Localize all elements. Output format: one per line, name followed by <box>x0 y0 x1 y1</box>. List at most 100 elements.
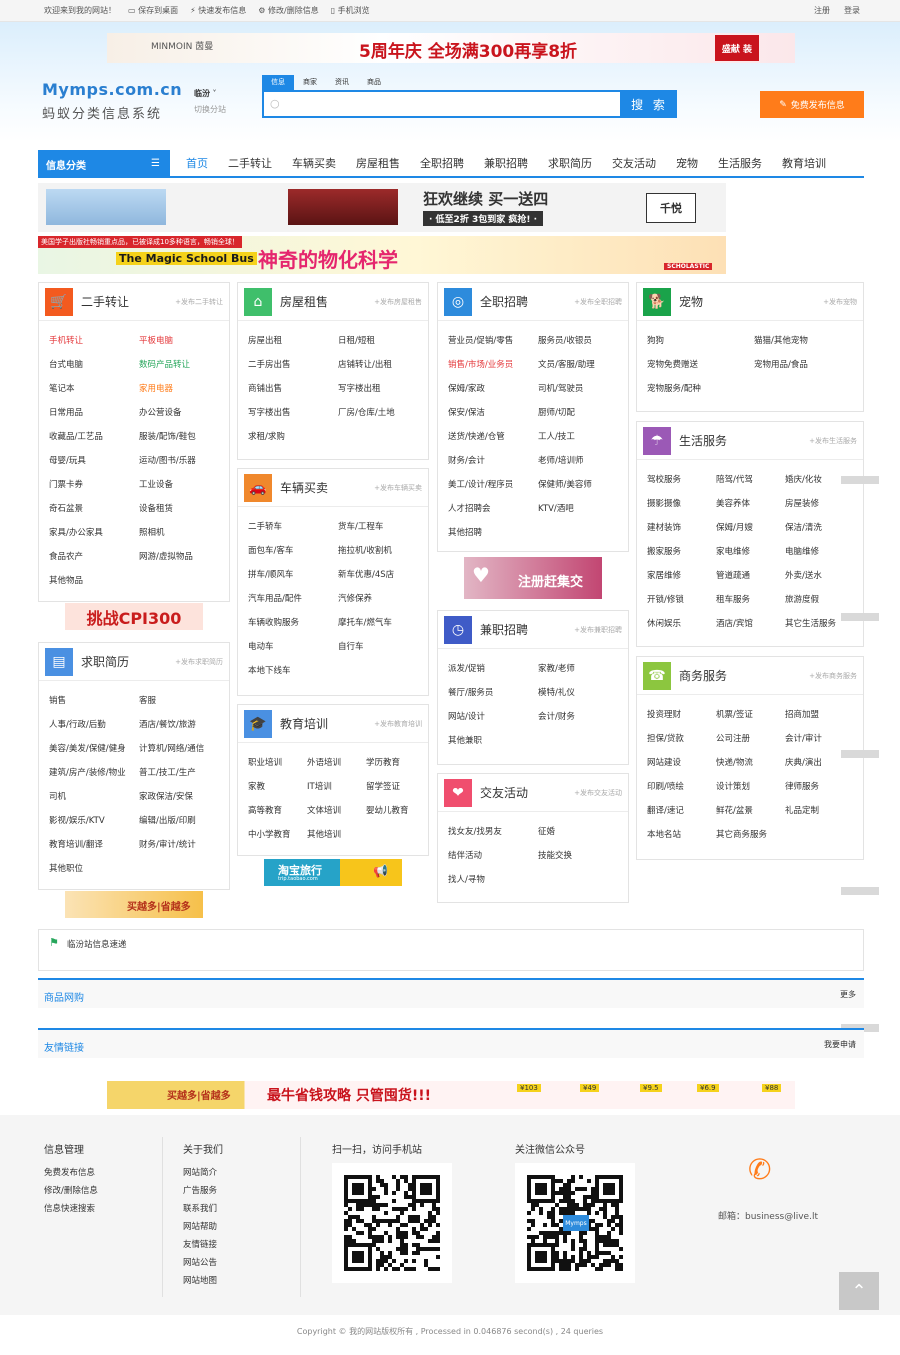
category-link[interactable]: 搬家服务 <box>647 540 716 564</box>
category-link[interactable]: 台式电脑 <box>49 353 139 377</box>
category-link[interactable]: 开锁/修锁 <box>647 588 716 612</box>
category-link[interactable]: 电动车 <box>248 635 338 659</box>
category-link[interactable]: 会计/财务 <box>538 705 628 729</box>
quick-post-link[interactable]: ⚡ 快速发布信息 <box>190 5 246 16</box>
search-input[interactable]: ○ <box>262 90 622 118</box>
panel-title[interactable]: 车辆买卖 <box>280 479 328 496</box>
category-link[interactable]: 其它商务服务 <box>716 823 785 847</box>
category-link[interactable]: 销售/市场/业务员 <box>448 353 538 377</box>
category-link[interactable]: 拖拉机/收割机 <box>338 539 428 563</box>
free-publish-button[interactable]: ✎ 免费发布信息 <box>760 91 864 118</box>
category-link[interactable]: 留学签证 <box>366 775 425 799</box>
panel-title[interactable]: 宠物 <box>679 293 703 310</box>
category-link[interactable]: 财务/审计/统计 <box>139 833 229 857</box>
category-link[interactable]: 摄影摄像 <box>647 492 716 516</box>
category-link[interactable]: 模特/礼仪 <box>538 681 628 705</box>
category-link[interactable]: 影视/娱乐/KTV <box>49 809 139 833</box>
category-link[interactable]: 汽修保养 <box>338 587 428 611</box>
nav-quanzhi[interactable]: 全职招聘 <box>410 155 474 171</box>
publish-link[interactable]: +发布宠物 <box>823 297 857 307</box>
category-link[interactable]: 电脑维修 <box>785 540 854 564</box>
category-link[interactable]: 家电维修 <box>716 540 785 564</box>
category-menu-button[interactable]: 信息分类 ☰ <box>38 150 170 178</box>
nav-home[interactable]: 首页 <box>176 155 218 171</box>
footer-link[interactable]: 网站地图 <box>183 1272 223 1290</box>
category-link[interactable]: 工业设备 <box>139 473 229 497</box>
category-link[interactable]: 销售 <box>49 689 139 713</box>
publish-link[interactable]: +发布房屋租售 <box>374 297 422 307</box>
search-tab-news[interactable]: 资讯 <box>326 75 358 90</box>
category-link[interactable]: IT培训 <box>307 775 366 799</box>
apply-link[interactable]: 我要申请 <box>824 1039 856 1050</box>
footer-link[interactable]: 免费发布信息 <box>44 1164 98 1182</box>
category-link[interactable]: 手机转让 <box>49 329 139 353</box>
edit-delete-link[interactable]: ⚙ 修改/删除信息 <box>258 5 318 16</box>
category-link[interactable]: 技能交换 <box>538 844 628 868</box>
category-link[interactable]: 办公营设备 <box>139 401 229 425</box>
publish-link[interactable]: +发布求职简历 <box>175 657 223 667</box>
publish-link[interactable]: +发布全职招聘 <box>574 297 622 307</box>
footer-link[interactable]: 广告服务 <box>183 1182 223 1200</box>
footer-link[interactable]: 网站帮助 <box>183 1218 223 1236</box>
mobile-link[interactable]: ▯ 手机浏览 <box>331 5 370 16</box>
category-link[interactable]: 写字楼出租 <box>338 377 428 401</box>
category-link[interactable]: 酒店/餐饮/旅游 <box>139 713 229 737</box>
category-link[interactable]: 保健师/美容师 <box>538 473 628 497</box>
banner-ad[interactable]: MINMOIN 茵曼 5周年庆 全场满300再享8折 盛献 装 <box>107 33 795 63</box>
category-link[interactable]: 笔记本 <box>49 377 139 401</box>
category-link[interactable]: 照相机 <box>139 521 229 545</box>
category-link[interactable]: 鲜花/盆景 <box>716 799 785 823</box>
category-link[interactable]: 印刷/喷绘 <box>647 775 716 799</box>
category-link[interactable]: 运动/图书/乐器 <box>139 449 229 473</box>
publish-link[interactable]: +发布车辆买卖 <box>374 483 422 493</box>
category-link[interactable]: 租车服务 <box>716 588 785 612</box>
publish-link[interactable]: +发布商务服务 <box>809 671 857 681</box>
cpi-ad[interactable]: 挑战CPI300 <box>65 603 203 630</box>
nav-chongwu[interactable]: 宠物 <box>666 155 708 171</box>
category-link[interactable]: 派发/促销 <box>448 657 538 681</box>
footer-link[interactable]: 信息快速搜索 <box>44 1200 98 1218</box>
category-link[interactable]: 中小学教育 <box>248 823 307 847</box>
category-link[interactable]: 快递/物流 <box>716 751 785 775</box>
category-link[interactable]: 结伴活动 <box>448 844 538 868</box>
category-link[interactable]: 房屋出租 <box>248 329 338 353</box>
category-link[interactable]: 文员/客服/助理 <box>538 353 628 377</box>
category-link[interactable]: 担保/贷款 <box>647 727 716 751</box>
category-link[interactable]: 厨师/切配 <box>538 401 628 425</box>
publish-link[interactable]: +发布二手转让 <box>175 297 223 307</box>
category-link[interactable]: 司机 <box>49 785 139 809</box>
category-link[interactable]: 其他物品 <box>49 569 139 593</box>
category-link[interactable]: 新车优惠/4S店 <box>338 563 428 587</box>
category-link[interactable]: 会计/审计 <box>785 727 854 751</box>
category-link[interactable]: 门票卡券 <box>49 473 139 497</box>
category-link[interactable]: 其他招聘 <box>448 521 538 545</box>
category-link[interactable]: 平板电脑 <box>139 329 229 353</box>
panel-title[interactable]: 教育培训 <box>280 715 328 732</box>
category-link[interactable]: 编辑/出版/印刷 <box>139 809 229 833</box>
search-tab-goods[interactable]: 商品 <box>358 75 390 90</box>
category-link[interactable]: 招商加盟 <box>785 703 854 727</box>
category-link[interactable]: 收藏品/工艺品 <box>49 425 139 449</box>
panel-title[interactable]: 房屋租售 <box>280 293 328 310</box>
magic-school-bus-ad[interactable]: 美国学子出版社畅销重点品，已被译成10多种语言，畅销全球！ The Magic … <box>38 236 726 274</box>
category-link[interactable]: 其他职位 <box>49 857 139 881</box>
category-link[interactable]: 文体培训 <box>307 799 366 823</box>
category-link[interactable]: 建材装饰 <box>647 516 716 540</box>
taobao-travel-ad[interactable]: 淘宝旅行 trip.taobao.com 📢 <box>264 859 402 886</box>
category-link[interactable]: 老师/培训师 <box>538 449 628 473</box>
category-link[interactable]: 公司注册 <box>716 727 785 751</box>
nav-ershou[interactable]: 二手转让 <box>218 155 282 171</box>
footer-link[interactable]: 联系我们 <box>183 1200 223 1218</box>
site-logo[interactable]: Mymps.com.cn 蚂蚁分类信息系统 <box>42 80 182 122</box>
category-link[interactable]: 猫猫/其他宠物 <box>754 329 861 353</box>
category-link[interactable]: 财务/会计 <box>448 449 538 473</box>
category-link[interactable]: 美容/美发/保健/健身 <box>49 737 139 761</box>
category-link[interactable]: 礼品定制 <box>785 799 854 823</box>
save-desktop-link[interactable]: ▭ 保存到桌面 <box>128 5 178 16</box>
category-link[interactable]: 律师服务 <box>785 775 854 799</box>
panel-title[interactable]: 商务服务 <box>679 667 727 684</box>
category-link[interactable]: 服务员/收银员 <box>538 329 628 353</box>
category-link[interactable]: 人才招聘会 <box>448 497 538 521</box>
category-link[interactable]: 房屋装修 <box>785 492 854 516</box>
category-link[interactable]: 汽车用品/配件 <box>248 587 338 611</box>
